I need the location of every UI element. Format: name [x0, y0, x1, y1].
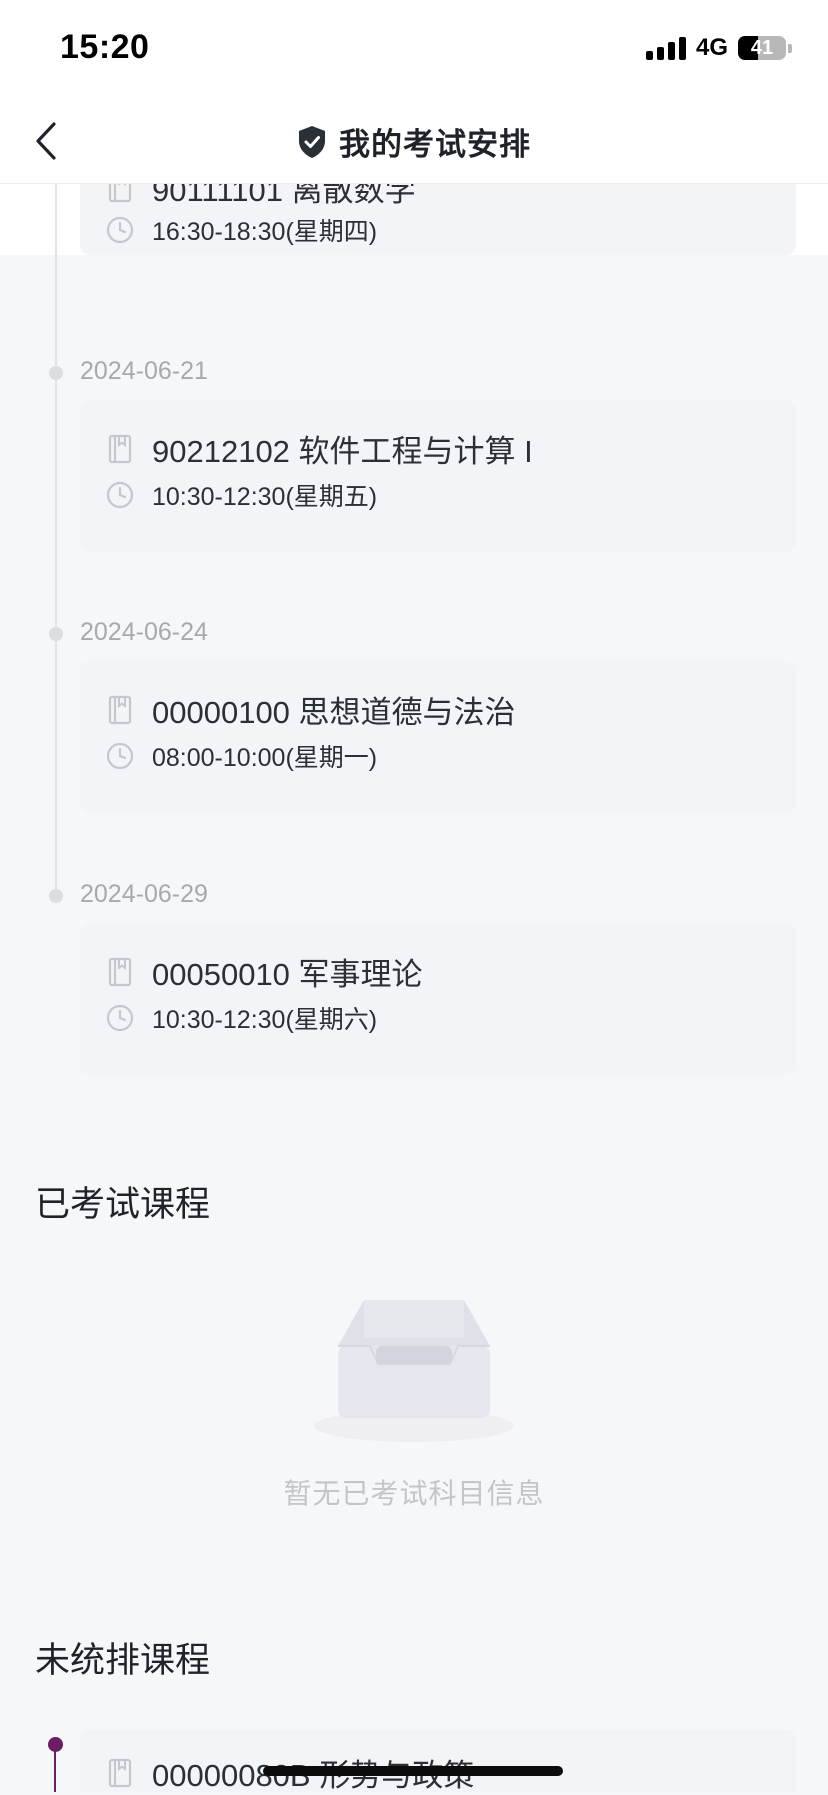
exam-time: 16:30-18:30(星期四): [152, 218, 378, 246]
exam-time: 10:30-12:30(星期六): [152, 1006, 378, 1034]
exam-card[interactable]: 00050010 军事理论 10:30-12:30(星期六): [80, 923, 796, 1075]
course-name: 00000100 思想道德与法治: [152, 695, 516, 730]
empty-state: 暂无已考试科目信息: [0, 1290, 828, 1512]
exam-date: 2024-06-24: [80, 618, 208, 646]
exam-date: 2024-06-29: [80, 880, 208, 908]
clock-icon: [106, 215, 134, 245]
completed-section-title: 已考试课程: [35, 1185, 211, 1224]
page-title: 我的考试安排: [339, 127, 531, 162]
home-indicator[interactable]: [263, 1766, 563, 1776]
empty-tray-icon: [314, 1300, 514, 1442]
course-row: 90212102 软件工程与计算 I: [106, 426, 533, 471]
clock-icon: [106, 480, 134, 510]
timeline-dot: [49, 366, 63, 380]
book-icon: [106, 957, 134, 987]
course-row: 00050010 军事理论: [106, 949, 423, 994]
status-time: 15:20: [60, 28, 150, 66]
book-icon: [106, 695, 134, 725]
battery-tip: [788, 43, 792, 53]
network-type: 4G: [695, 34, 728, 61]
timeline-line: [55, 160, 57, 895]
timeline-dot: [49, 889, 63, 903]
course-row: 00000100 思想道德与法治: [106, 687, 516, 732]
status-indicators: 4G 41: [645, 34, 792, 62]
clock-icon: [106, 1003, 134, 1033]
battery-icon: 41: [738, 36, 786, 60]
course-name: 90212102 软件工程与计算 I: [152, 434, 533, 469]
exam-card[interactable]: 00000080B 形势与政策: [80, 1730, 796, 1793]
empty-message: 暂无已考试科目信息: [283, 1478, 545, 1509]
battery-level: 41: [750, 37, 774, 59]
book-icon: [106, 1758, 134, 1788]
exam-time: 10:30-12:30(星期五): [152, 483, 378, 511]
time-row: 16:30-18:30(星期四): [106, 212, 377, 248]
signal-icon: [645, 36, 686, 60]
exam-card[interactable]: 90212102 软件工程与计算 I 10:30-12:30(星期五): [80, 400, 796, 552]
timeline-dot: [49, 627, 63, 641]
clock-icon: [106, 741, 134, 771]
nav-bar: 我的考试安排: [0, 100, 828, 184]
shield-check-icon: [297, 125, 327, 159]
time-row: 10:30-12:30(星期五): [106, 477, 377, 513]
exam-date: 2024-06-21: [80, 357, 208, 385]
time-row: 10:30-12:30(星期六): [106, 1000, 377, 1036]
book-icon: [106, 434, 134, 464]
time-row: 08:00-10:00(星期一): [106, 738, 377, 774]
course-name: 00050010 军事理论: [152, 957, 423, 992]
unscheduled-section-title: 未统排课程: [35, 1641, 211, 1680]
exam-time: 08:00-10:00(星期一): [152, 744, 378, 772]
status-bar: 15:20 4G 41: [0, 0, 828, 100]
timeline-dot-accent: [48, 1737, 63, 1752]
nav-title: 我的考试安排: [0, 100, 828, 183]
exam-card[interactable]: 00000100 思想道德与法治 08:00-10:00(星期一): [80, 661, 796, 813]
